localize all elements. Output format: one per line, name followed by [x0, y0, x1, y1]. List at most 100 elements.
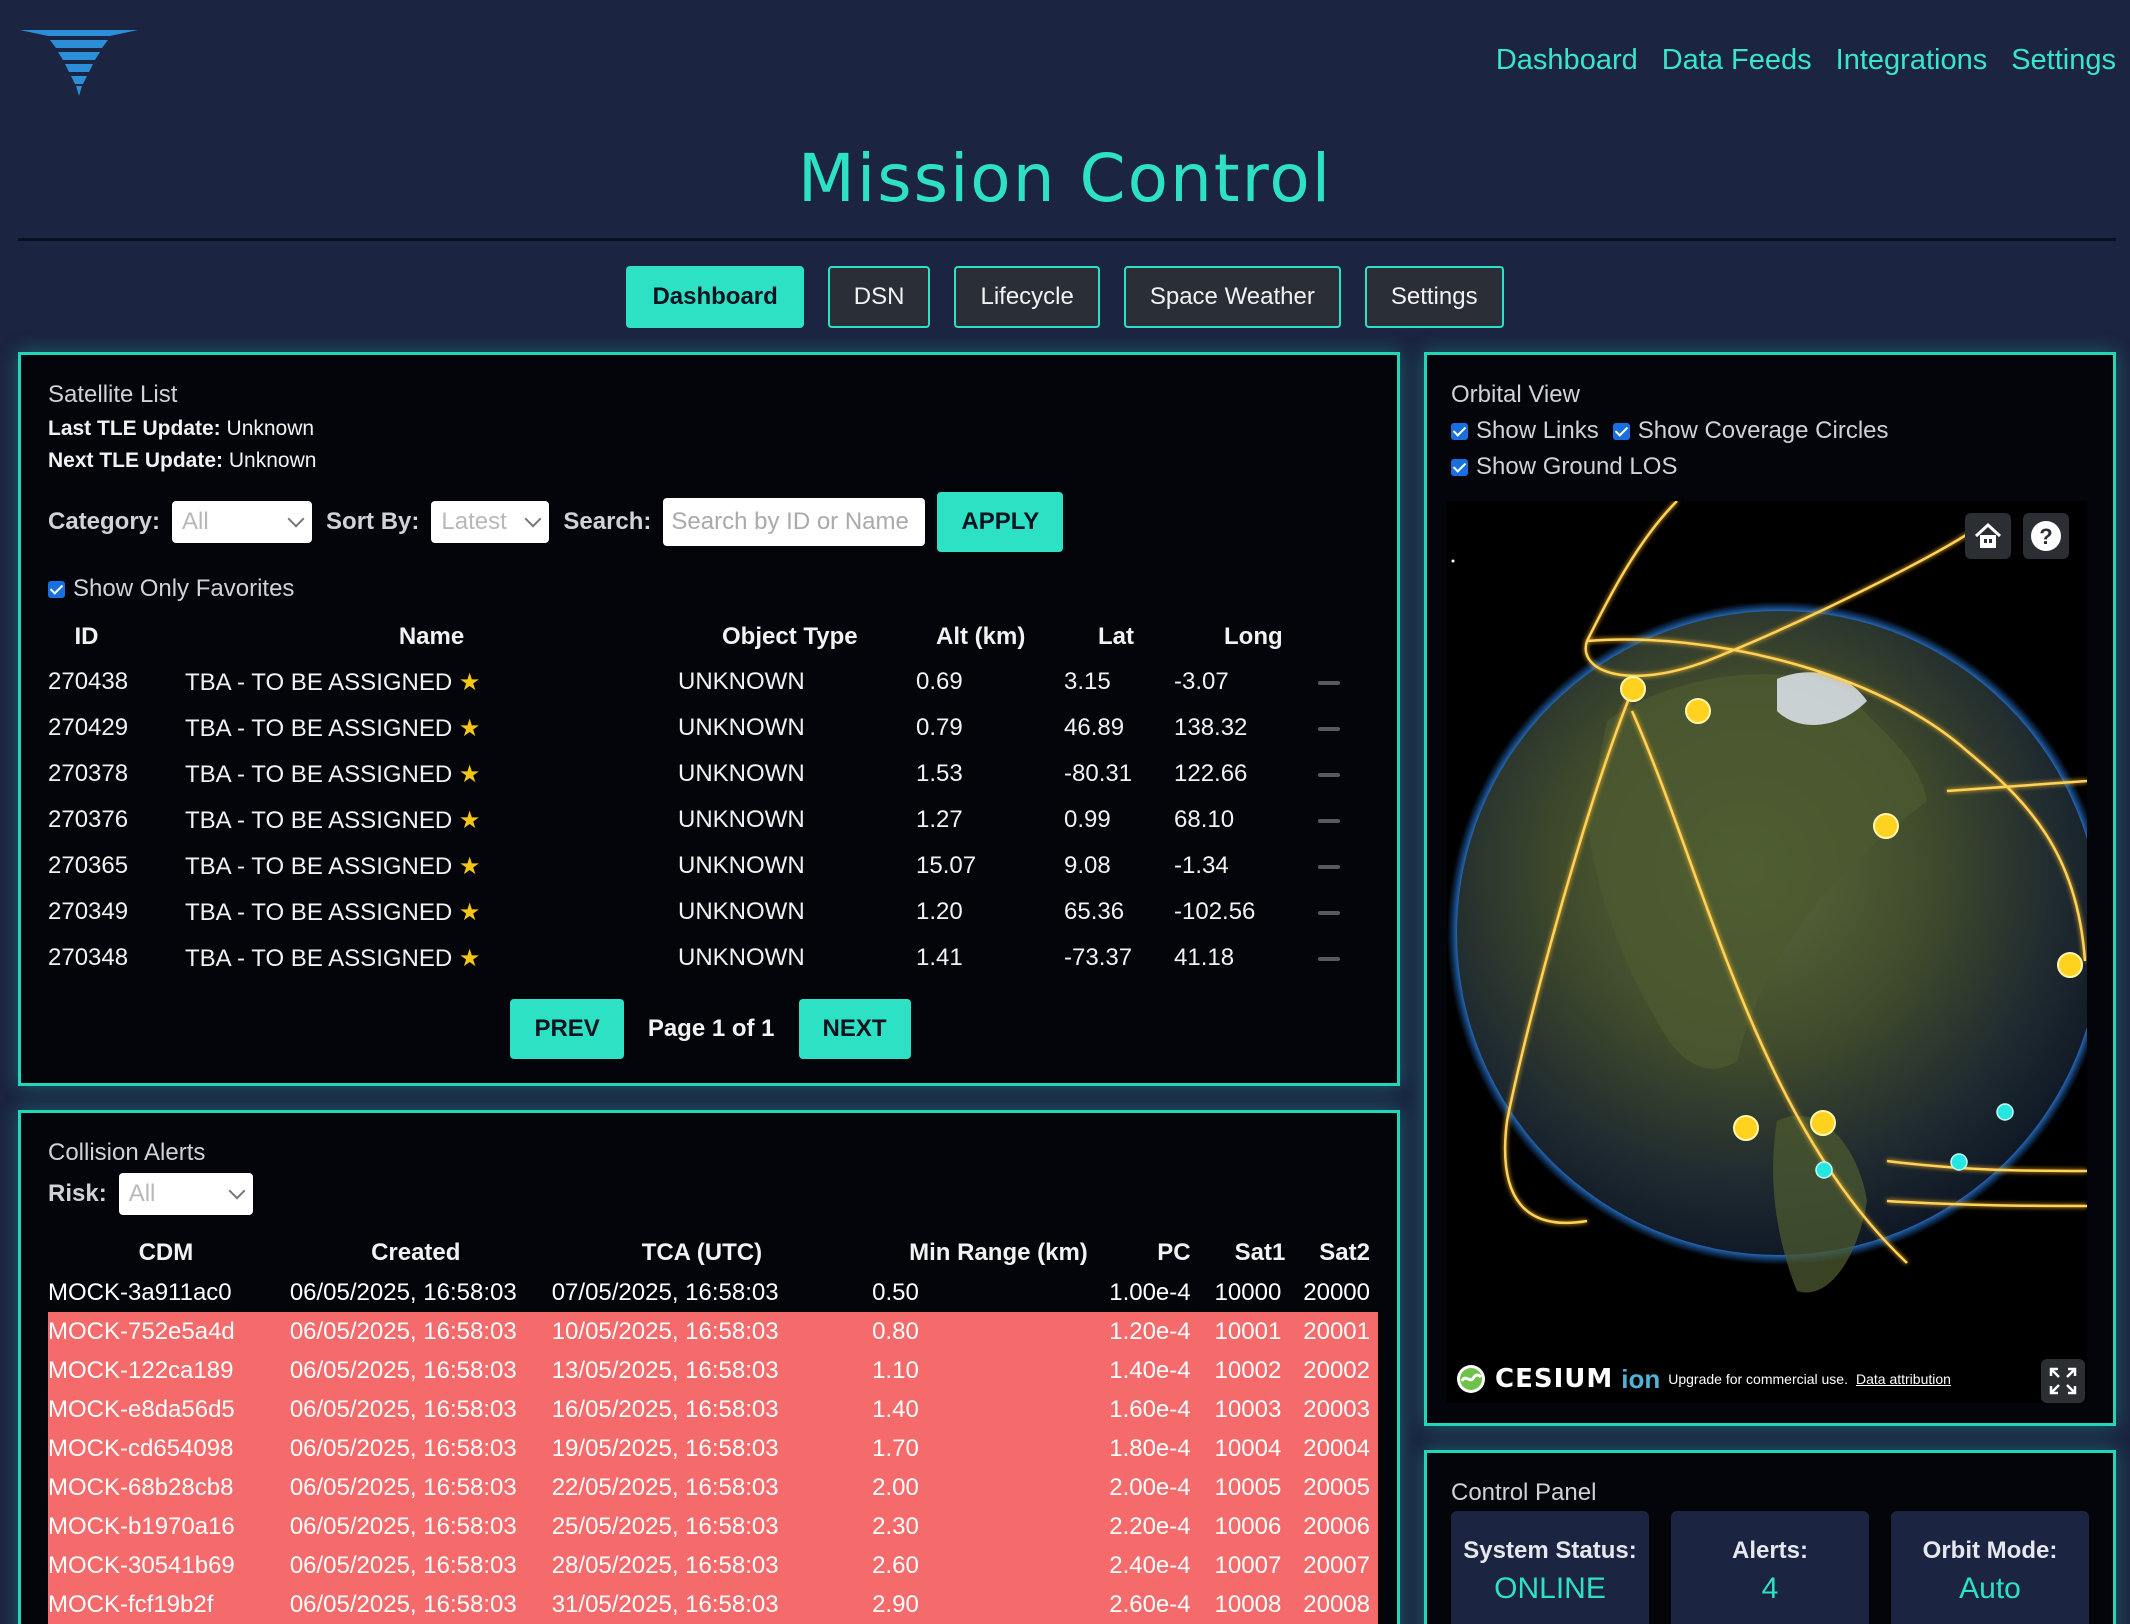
sat-object-type-text: UNKNOWN: [678, 898, 805, 925]
sat-name: TBA - TO BE ASSIGNED ★: [185, 843, 678, 889]
table-row[interactable]: 270365 TBA - TO BE ASSIGNED ★ UNKNOWN 15.07…: [48, 843, 1378, 889]
sat-alt: 1.27: [906, 797, 1058, 843]
table-row[interactable]: MOCK-fcf19b2f 06/05/2025, 16:58:03 31/05/2…: [48, 1585, 1378, 1624]
tca-time: 28/05/2025, 16:58:03: [541, 1546, 863, 1585]
nav-integrations[interactable]: Integrations: [1836, 44, 1988, 77]
table-row[interactable]: MOCK-cd654098 06/05/2025, 16:58:03 19/05/2…: [48, 1429, 1378, 1468]
created-time: 06/05/2025, 16:58:03: [289, 1429, 542, 1468]
cesium-globe-viewer[interactable]: ? CESIUM ion Upgrade for commercial use.…: [1447, 501, 2087, 1403]
tab-lifecycle[interactable]: Lifecycle: [954, 266, 1100, 328]
cdm-id: MOCK-b1970a16: [48, 1507, 290, 1546]
table-row[interactable]: 270378 TBA - TO BE ASSIGNED ★ UNKNOWN 1.53-…: [48, 751, 1378, 797]
risk-select[interactable]: All: [118, 1173, 253, 1215]
table-row[interactable]: 270348 TBA - TO BE ASSIGNED ★ UNKNOWN 1.41-…: [48, 935, 1378, 981]
star-favorite-icon[interactable]: ★: [452, 715, 481, 742]
table-row[interactable]: 270438 TBA - TO BE ASSIGNED ★ UNKNOWN 0.69 3…: [48, 659, 1378, 705]
satellite-marker[interactable]: [1685, 698, 1711, 724]
ground-station-marker[interactable]: [1996, 1103, 2014, 1121]
category-select[interactable]: All: [172, 501, 313, 543]
sat-alt: 1.41: [906, 935, 1058, 981]
show-ground-los-checkbox[interactable]: Show Ground LOS: [1451, 451, 1677, 483]
sat-alt: 15.07: [906, 843, 1058, 889]
sat2-id: 20001: [1289, 1312, 1378, 1351]
pc-value: 2.40e-4: [1087, 1546, 1199, 1585]
cdm-id: MOCK-3a911ac0: [48, 1278, 232, 1306]
home-icon[interactable]: [1965, 513, 2011, 559]
star-favorite-icon[interactable]: ★: [452, 807, 481, 834]
nav-settings[interactable]: Settings: [2011, 44, 2116, 77]
table-row[interactable]: MOCK-3a911ac0 06/05/2025, 16:58:03 07/05/2…: [48, 1273, 1378, 1312]
cdm-id: MOCK-752e5a4d: [48, 1312, 290, 1351]
star-favorite-icon[interactable]: ★: [452, 899, 481, 926]
remove-icon[interactable]: [1318, 910, 1340, 915]
tab-dsn[interactable]: DSN: [827, 266, 931, 328]
row-actions: [1318, 843, 1378, 889]
category-value: All: [182, 508, 209, 535]
favorites-checkbox[interactable]: Show Only Favorites: [48, 575, 1373, 603]
col-min-range: Min Range (km): [909, 1239, 1088, 1266]
checkbox-checked-icon[interactable]: [1612, 422, 1630, 440]
tab-dashboard[interactable]: Dashboard: [626, 266, 804, 328]
sat-long-text: -102.56: [1174, 898, 1256, 925]
sat2-id: 20000: [1303, 1278, 1370, 1306]
nav-data-feeds[interactable]: Data Feeds: [1662, 44, 1812, 77]
satellite-marker[interactable]: [1733, 1115, 1759, 1141]
sat2-id: 20008: [1289, 1585, 1378, 1624]
risk-filter: Risk: All: [48, 1173, 1373, 1215]
star-favorite-icon[interactable]: ★: [452, 945, 481, 972]
apply-button[interactable]: APPLY: [937, 492, 1064, 552]
sat-id-text: 270349: [48, 898, 129, 925]
satellite-marker[interactable]: [1620, 676, 1646, 702]
show-links-checkbox[interactable]: Show Links: [1451, 415, 1599, 447]
cesium-logo-icon: [1457, 1365, 1485, 1393]
table-row[interactable]: 270376 TBA - TO BE ASSIGNED ★ UNKNOWN 1.27 0…: [48, 797, 1378, 843]
pc-value: 2.20e-4: [1087, 1507, 1199, 1546]
checkbox-checked-icon[interactable]: [1451, 422, 1468, 440]
fullscreen-icon[interactable]: [2041, 1359, 2085, 1403]
prev-button[interactable]: PREV: [510, 999, 624, 1059]
table-row[interactable]: 270349 TBA - TO BE ASSIGNED ★ UNKNOWN 1.20 6…: [48, 889, 1378, 935]
sat-object-type: UNKNOWN: [678, 889, 906, 935]
remove-icon[interactable]: [1318, 864, 1340, 869]
star-favorite-icon[interactable]: ★: [452, 853, 481, 880]
remove-icon[interactable]: [1318, 726, 1340, 731]
table-row[interactable]: MOCK-b1970a16 06/05/2025, 16:58:03 25/05/2…: [48, 1507, 1378, 1546]
remove-icon[interactable]: [1318, 818, 1340, 823]
star-favorite-icon[interactable]: ★: [452, 761, 481, 788]
ground-station-marker[interactable]: [1815, 1161, 1833, 1179]
data-attribution-link[interactable]: Data attribution: [1856, 1371, 1951, 1387]
checkbox-checked-icon[interactable]: [48, 580, 65, 598]
table-row[interactable]: 270429 TBA - TO BE ASSIGNED ★ UNKNOWN 0.79 4…: [48, 705, 1378, 751]
nav-dashboard[interactable]: Dashboard: [1496, 44, 1638, 77]
satellite-marker[interactable]: [1810, 1110, 1836, 1136]
satellite-marker[interactable]: [1873, 813, 1899, 839]
sort-select[interactable]: Latest: [431, 501, 550, 543]
search-input[interactable]: [663, 498, 926, 546]
star-favorite-icon[interactable]: ★: [452, 669, 481, 696]
next-button[interactable]: NEXT: [798, 999, 911, 1059]
tab-settings[interactable]: Settings: [1364, 266, 1504, 328]
table-row[interactable]: MOCK-752e5a4d 06/05/2025, 16:58:03 10/05/2…: [48, 1312, 1378, 1351]
table-row[interactable]: MOCK-e8da56d5 06/05/2025, 16:58:03 16/05/2…: [48, 1390, 1378, 1429]
table-row[interactable]: MOCK-122ca189 06/05/2025, 16:58:03 13/05/2…: [48, 1351, 1378, 1390]
show-coverage-checkbox[interactable]: Show Coverage Circles: [1612, 415, 1889, 447]
table-row[interactable]: MOCK-68b28cb8 06/05/2025, 16:58:03 22/05/2…: [48, 1468, 1378, 1507]
remove-icon[interactable]: [1318, 772, 1340, 777]
satellite-list-panel: Satellite List Last TLE Update: Unknown …: [18, 352, 1400, 1086]
cdm-id: MOCK-30541b69: [48, 1546, 290, 1585]
table-row[interactable]: MOCK-30541b69 06/05/2025, 16:58:03 28/05/2…: [48, 1546, 1378, 1585]
ground-station-marker[interactable]: [1950, 1153, 1968, 1171]
checkbox-checked-icon[interactable]: [1451, 458, 1468, 476]
sat-name-text: TBA - TO BE ASSIGNED: [185, 898, 453, 926]
satellite-marker[interactable]: [2057, 952, 2083, 978]
help-icon[interactable]: ?: [2023, 513, 2069, 559]
show-links-label: Show Links: [1476, 417, 1599, 444]
min-range: 2.00: [862, 1468, 1088, 1507]
upgrade-text: Upgrade for commercial use.: [1668, 1371, 1848, 1387]
remove-icon[interactable]: [1318, 956, 1340, 961]
tab-space-weather[interactable]: Space Weather: [1123, 266, 1341, 328]
brand-logo: [20, 30, 138, 96]
created-time: 06/05/2025, 16:58:03: [289, 1546, 542, 1585]
sat-lat: -73.37: [1058, 935, 1174, 981]
remove-icon[interactable]: [1318, 680, 1340, 685]
